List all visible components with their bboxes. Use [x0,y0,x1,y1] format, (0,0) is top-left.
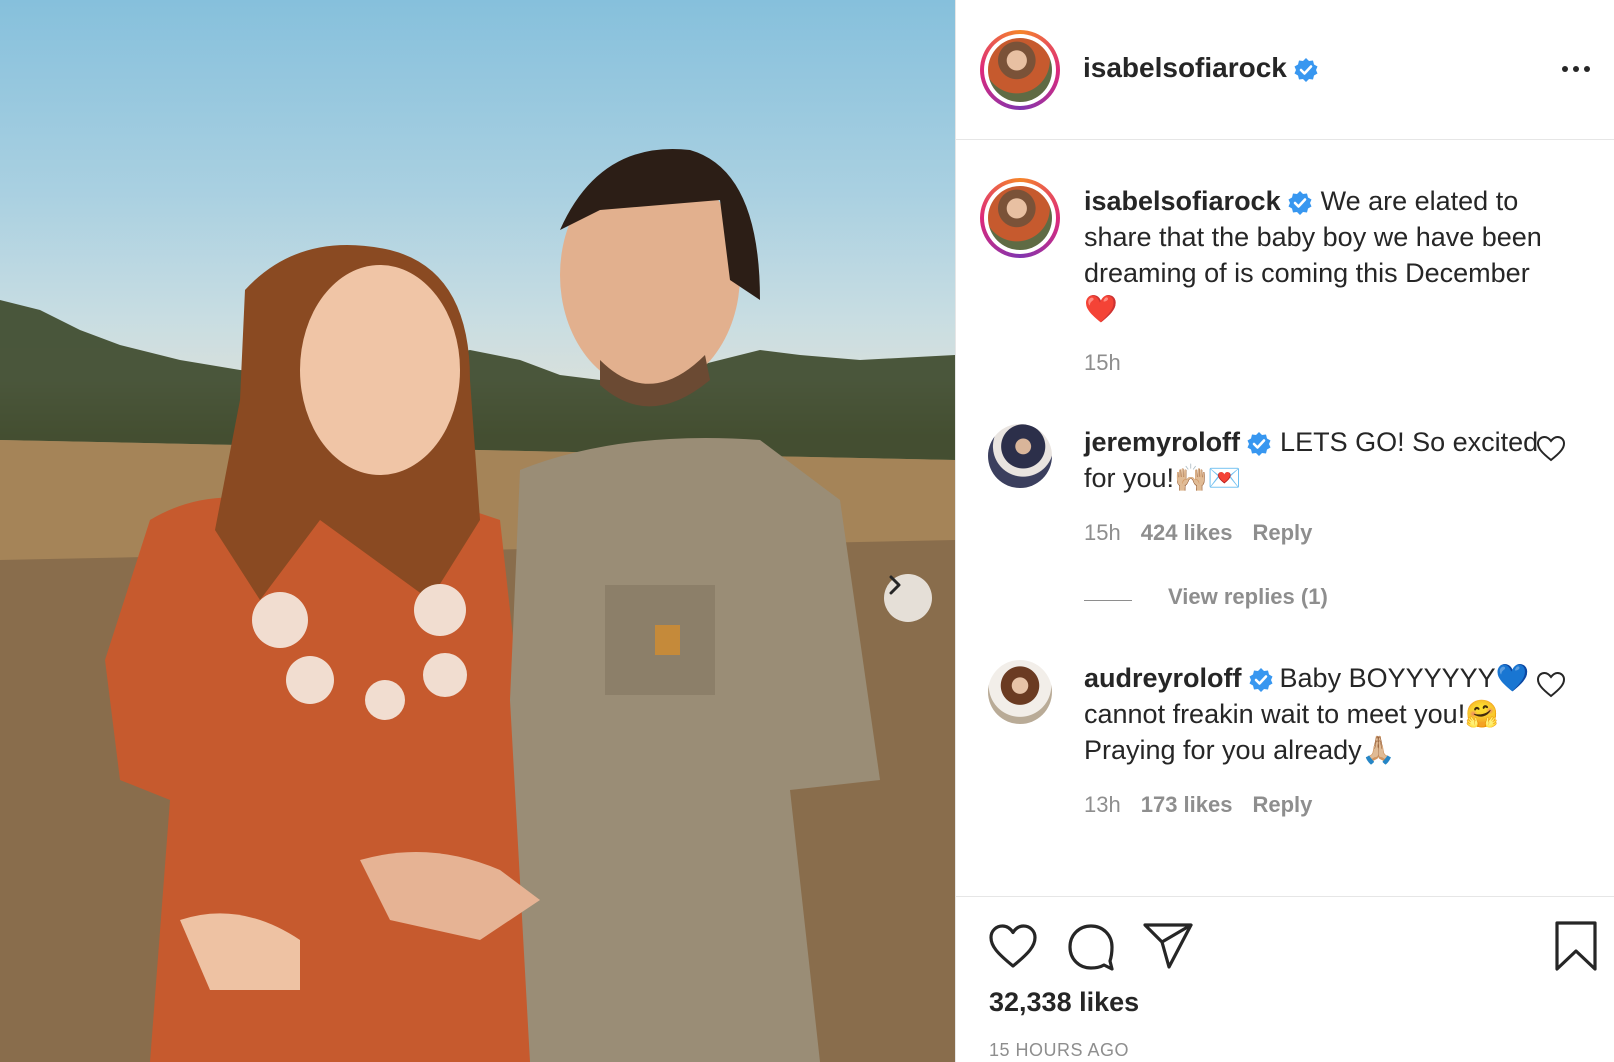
comment-likes[interactable]: 173 likes [1141,792,1233,817]
caption-username[interactable]: isabelsofiarock [1084,186,1281,216]
verified-badge-icon [1288,190,1312,215]
author-username[interactable]: isabelsofiarock [1083,52,1319,84]
post-time-ago[interactable]: 15 HOURS AGO [989,1040,1129,1061]
comment-bubble-icon[interactable] [1066,922,1116,972]
more-horizontal-icon [1562,66,1568,72]
post-header: isabelsofiarock [956,0,1614,140]
commenter-avatar[interactable] [988,424,1052,488]
commenter-username[interactable]: jeremyroloff [1084,427,1240,457]
like-comment-heart-icon[interactable] [1536,670,1566,700]
more-options-button[interactable] [1556,54,1596,84]
view-replies-button[interactable]: View replies (1) [1168,584,1328,610]
like-heart-icon[interactable] [988,922,1038,970]
caption-author-avatar[interactable] [980,178,1060,258]
post-actions-bar [956,896,1614,1062]
verified-badge-icon [1294,57,1318,82]
view-replies-line [1084,600,1132,601]
caption-text: isabelsofiarock We are elated to share th… [1084,183,1584,327]
comment-text: audreyroloff Baby BOYYYYYY💙 cannot freaki… [1084,660,1554,768]
photo-illustration [0,149,955,1062]
comment-reply-button[interactable]: Reply [1252,520,1312,545]
commenter-avatar[interactable] [988,660,1052,724]
comment-likes[interactable]: 424 likes [1141,520,1233,545]
comment-reply-button[interactable]: Reply [1252,792,1312,817]
chevron-right-icon [889,575,901,595]
comment-meta: 13h 173 likes Reply [1084,792,1332,818]
save-bookmark-icon[interactable] [1554,920,1598,972]
caption-emoji: ❤️ [1084,294,1118,324]
post-likes-count[interactable]: 32,338 likes [989,987,1139,1018]
comment-meta: 15h 424 likes Reply [1084,520,1332,546]
next-photo-button[interactable] [884,574,932,622]
commenter-username[interactable]: audreyroloff [1084,663,1242,693]
verified-badge-icon [1249,667,1273,692]
comment-time[interactable]: 15h [1084,520,1121,545]
caption-timestamp[interactable]: 15h [1084,350,1121,376]
like-comment-heart-icon[interactable] [1536,434,1566,464]
author-username-text[interactable]: isabelsofiarock [1083,52,1287,83]
comment-text: jeremyroloff LETS GO! So excited for you!… [1084,424,1554,496]
post-photo [0,0,955,1062]
verified-badge-icon [1247,431,1271,456]
share-send-icon[interactable] [1142,922,1194,970]
author-avatar[interactable] [980,30,1060,110]
post-side-panel: isabelsofiarock isabelsofiarock We are el… [955,0,1614,1062]
comment-time[interactable]: 13h [1084,792,1121,817]
